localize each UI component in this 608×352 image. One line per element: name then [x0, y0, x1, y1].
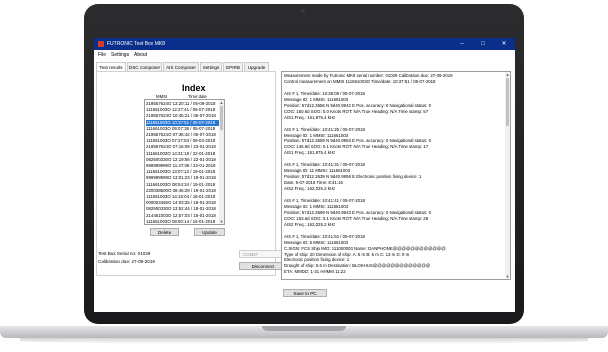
- tab-dsc-composer[interactable]: DSC composer: [127, 62, 162, 71]
- log-line: AIS1 Freq.: 161,975.4 kHz: [284, 114, 336, 120]
- tab-ais-composer[interactable]: AIS Composer: [163, 62, 199, 71]
- save-to-pc-button[interactable]: Save to PC: [283, 289, 327, 297]
- menu-bar: File Settings About: [94, 50, 515, 60]
- delete-button[interactable]: Delete: [150, 228, 179, 236]
- log-line: Control measurement on MMSI 111661003O T…: [284, 78, 436, 84]
- tab-upgrade[interactable]: Upgrade: [244, 62, 269, 71]
- list-item[interactable]: 219557624O 10:45:21 / 05-07-2018: [146, 113, 219, 119]
- list-item[interactable]: 214461003O 12:57:03 / 16-01-2018: [146, 213, 219, 219]
- calibration-due-label: Calibration due: 27-09-2019: [98, 259, 155, 264]
- scroll-down-icon[interactable]: ▼: [219, 219, 224, 224]
- list-item[interactable]: 219557624O 13:20:11 / 05-09-2018: [146, 101, 219, 107]
- log-line: AIS2 Freq.: 162,025.2 kHz: [284, 186, 336, 192]
- scroll-up-icon[interactable]: ▲: [219, 100, 224, 105]
- app-window: FUTRONIC Test Box MK8 – □ ✕ File Setting…: [94, 38, 515, 312]
- log-line: AIS2 Freq.: 162,025.2 kHz: [284, 221, 336, 227]
- com-port-value: COM57: [243, 252, 259, 257]
- serial-number-label: Test Box Serial no: 01029: [98, 251, 151, 256]
- measurement-log[interactable]: Measurement made by Futronic MK8 serial …: [281, 71, 511, 280]
- list-item[interactable]: 111661003O 10:37:51 / 05-07-2018: [146, 119, 219, 126]
- laptop-hinge-notch: [262, 326, 346, 331]
- scroll-thumb[interactable]: [506, 78, 509, 126]
- list-item[interactable]: 111661003O 13:07:12 / 19-01-2018: [146, 169, 219, 175]
- list-item[interactable]: 111661003O 08:54:34 / 19-01-2018: [146, 182, 219, 188]
- list-scrollbar[interactable]: ▲ ▼: [219, 100, 224, 224]
- disconnect-button[interactable]: Disconnect: [239, 262, 287, 270]
- index-list[interactable]: 219557624O 13:20:11 / 05-09-2018 11166100…: [144, 99, 225, 225]
- index-heading: Index: [182, 83, 206, 93]
- list-item[interactable]: 111661003O 14:31:18 / 22-01-2018: [146, 151, 219, 157]
- list-item[interactable]: 082500330O 12:19:56 / 22-01-2018: [146, 157, 219, 163]
- log-line: ETA: MMDD: 1-31 HHMM 11:22: [284, 269, 346, 275]
- scroll-thumb[interactable]: [220, 106, 223, 130]
- tab-settings[interactable]: Settings: [200, 62, 222, 71]
- webcam-icon: [301, 9, 305, 13]
- menu-settings[interactable]: Settings: [111, 51, 129, 59]
- list-item[interactable]: 111661003O 07:27:53 / 09-03-2018: [146, 138, 219, 144]
- app-icon: [98, 41, 104, 47]
- menu-about[interactable]: About: [134, 51, 147, 59]
- laptop-shadow: [20, 338, 588, 344]
- tab-epirb[interactable]: EPIRB: [223, 62, 243, 71]
- list-item[interactable]: 082500330O 13:52:44 / 18-01-2018: [146, 206, 219, 212]
- list-item[interactable]: 219557624O 07:16:09 / 23-01-2018: [146, 144, 219, 150]
- log-line: AIS1 Freq.: 161,975.4 kHz: [284, 150, 336, 156]
- list-item[interactable]: 111661003O 12:27:41 / 05-07-2018: [146, 107, 219, 113]
- list-item[interactable]: 111661003O 14:16:04 / 18-01-2018: [146, 194, 219, 200]
- scroll-down-icon[interactable]: ▼: [505, 274, 510, 279]
- title-bar: FUTRONIC Test Box MK8 – □ ✕: [94, 38, 515, 50]
- window-title: FUTRONIC Test Box MK8: [107, 41, 165, 47]
- update-button[interactable]: Update: [194, 228, 225, 236]
- log-scrollbar[interactable]: ▲ ▼: [505, 72, 510, 279]
- maximize-button[interactable]: □: [475, 38, 491, 50]
- close-button[interactable]: ✕: [496, 38, 512, 50]
- minimize-button[interactable]: –: [454, 38, 470, 50]
- list-item[interactable]: 219557624O 07:36:42 / 05-07-2018: [146, 132, 219, 138]
- list-item[interactable]: 220038600O 08:46:29 / 19-01-2018: [146, 188, 219, 194]
- com-port-select[interactable]: COM57 ▾: [239, 250, 287, 258]
- menu-file[interactable]: File: [98, 51, 106, 59]
- list-item[interactable]: 111661003O 09:07:38 / 05-07-2018: [146, 126, 219, 132]
- list-item[interactable]: 000003465O 14:03:25 / 18-01-2018: [146, 200, 219, 206]
- list-item[interactable]: 999999999O 13:01:23 / 19-01-2018: [146, 175, 219, 181]
- list-item[interactable]: 111661003O 09:50:14 / 15-01-2018: [146, 219, 219, 224]
- list-item[interactable]: 999999999O 11:47:08 / 22-01-2018: [146, 163, 219, 169]
- scroll-up-icon[interactable]: ▲: [505, 72, 510, 77]
